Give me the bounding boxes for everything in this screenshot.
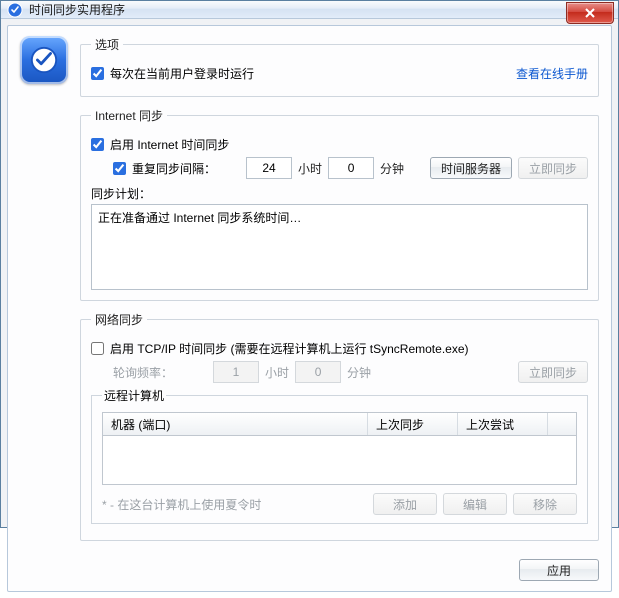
enable-tcpip-checkbox[interactable] [91, 342, 104, 355]
options-legend: 选项 [91, 36, 123, 53]
network-sync-legend: 网络同步 [91, 311, 147, 328]
repeat-interval-checkbox-label[interactable]: 重复同步间隔： [113, 160, 216, 177]
enable-tcpip-text: 启用 TCP/IP 时间同步 (需要在远程计算机上运行 tSyncRemote.… [110, 340, 469, 357]
remove-button: 移除 [513, 493, 577, 515]
col-machine[interactable]: 机器 (端口) [103, 413, 368, 435]
internet-minutes-input[interactable]: 0 [328, 157, 374, 179]
run-on-login-checkbox-label[interactable]: 每次在当前用户登录时运行 [91, 65, 254, 82]
network-hours-unit: 小时 [265, 364, 289, 381]
internet-hours-input[interactable]: 24 [246, 157, 292, 179]
apply-button[interactable]: 应用 [519, 559, 599, 581]
internet-sync-group: Internet 同步 启用 Internet 时间同步 重复同步间隔： [80, 107, 599, 301]
repeat-interval-checkbox[interactable] [113, 162, 126, 175]
inner-panel: 选项 每次在当前用户登录时运行 查看在线手册 Internet 同步 [7, 25, 612, 592]
options-group: 选项 每次在当前用户登录时运行 查看在线手册 [80, 36, 599, 97]
run-on-login-checkbox[interactable] [91, 67, 104, 80]
edit-button: 编辑 [443, 493, 507, 515]
sync-plan-box: 正在准备通过 Internet 同步系统时间… [91, 204, 588, 290]
online-manual-link[interactable]: 查看在线手册 [516, 65, 588, 82]
network-minutes-input: 0 [295, 361, 341, 383]
enable-tcpip-checkbox-label[interactable]: 启用 TCP/IP 时间同步 (需要在远程计算机上运行 tSyncRemote.… [91, 340, 469, 357]
internet-minutes-unit: 分钟 [380, 160, 404, 177]
network-minutes-unit: 分钟 [347, 364, 371, 381]
add-button: 添加 [373, 493, 437, 515]
time-servers-button[interactable]: 时间服务器 [430, 157, 512, 179]
internet-hours-unit: 小时 [298, 160, 322, 177]
col-last-try[interactable]: 上次尝试 [458, 413, 548, 435]
remote-computers-group: 远程计算机 机器 (端口) 上次同步 上次尝试 * - 在这台计算机上使用夏令时 [91, 387, 588, 524]
internet-sync-legend: Internet 同步 [91, 107, 167, 124]
close-button[interactable] [566, 2, 614, 24]
app-icon [20, 36, 68, 84]
window: 时间同步实用程序 选项 [0, 0, 619, 528]
col-last-sync[interactable]: 上次同步 [368, 413, 458, 435]
sync-plan-label: 同步计划： [91, 185, 588, 202]
remote-table-header: 机器 (端口) 上次同步 上次尝试 [102, 412, 577, 436]
internet-sync-now-button[interactable]: 立即同步 [518, 157, 588, 179]
sync-plan-text: 正在准备通过 Internet 同步系统时间… [98, 211, 301, 225]
repeat-interval-text: 重复同步间隔： [132, 160, 216, 177]
app-small-icon [7, 2, 23, 18]
remote-table-body[interactable] [102, 436, 577, 485]
window-title: 时间同步实用程序 [29, 1, 125, 18]
dst-hint: * - 在这台计算机上使用夏令时 [102, 496, 261, 513]
titlebar: 时间同步实用程序 [1, 1, 618, 19]
network-sync-group: 网络同步 启用 TCP/IP 时间同步 (需要在远程计算机上运行 tSyncRe… [80, 311, 599, 541]
enable-internet-sync-text: 启用 Internet 时间同步 [110, 136, 229, 153]
col-spacer [548, 413, 576, 435]
network-sync-now-button: 立即同步 [518, 361, 588, 383]
poll-frequency-label: 轮询频率： [113, 364, 173, 381]
remote-computers-legend: 远程计算机 [102, 387, 166, 404]
enable-internet-sync-checkbox[interactable] [91, 138, 104, 151]
network-hours-input: 1 [213, 361, 259, 383]
client-area: 选项 每次在当前用户登录时运行 查看在线手册 Internet 同步 [1, 19, 618, 598]
enable-internet-sync-checkbox-label[interactable]: 启用 Internet 时间同步 [91, 136, 229, 153]
run-on-login-text: 每次在当前用户登录时运行 [110, 65, 254, 82]
